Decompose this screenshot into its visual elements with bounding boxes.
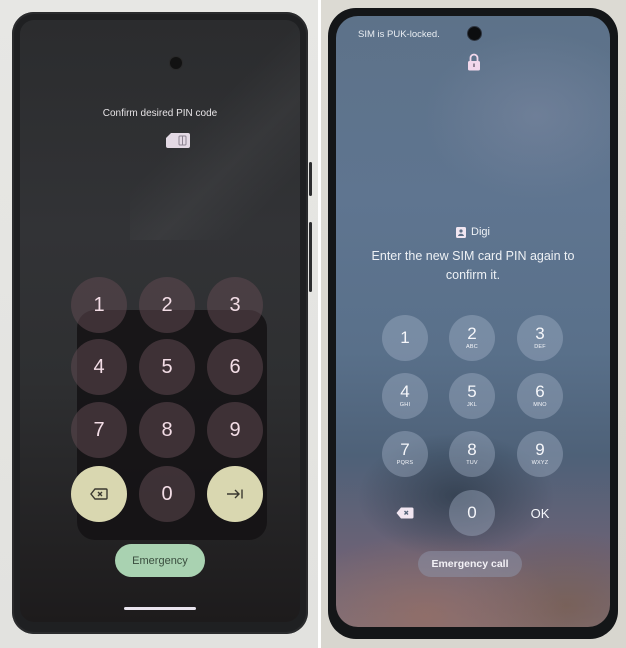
power-button xyxy=(309,162,312,196)
pin-prompt-title: Confirm desired PIN code xyxy=(102,108,218,119)
enter-arrow-icon xyxy=(227,489,243,499)
backspace-icon xyxy=(90,488,108,500)
pin-confirm-message: Enter the new SIM card PIN again to conf… xyxy=(371,249,575,282)
left-screen: Confirm desired PIN code 1 2 3 4 5 6 7 8… xyxy=(20,20,300,622)
key-letters: MNO xyxy=(533,402,547,408)
key-4[interactable]: 4 xyxy=(71,339,127,395)
key-8[interactable]: 8 xyxy=(139,402,195,458)
key-digit: 7 xyxy=(400,440,410,459)
emergency-button[interactable]: Emergency xyxy=(115,544,205,577)
key-letters: PQRS xyxy=(396,460,414,466)
key-label: 0 xyxy=(161,482,173,505)
key-digit: 8 xyxy=(467,440,477,459)
key-label: 1 xyxy=(93,293,105,316)
front-camera xyxy=(170,57,182,69)
emergency-call-button[interactable]: Emergency call xyxy=(418,551,522,577)
key-letters: GHI xyxy=(399,402,411,408)
key-letters: JKL xyxy=(466,402,478,408)
carrier-label: Digi xyxy=(336,226,610,238)
sim-contact-icon xyxy=(456,226,467,238)
key-digit: 3 xyxy=(535,324,545,343)
key-letters: TUV xyxy=(466,460,478,466)
key-3[interactable]: 3 DEF xyxy=(517,315,563,361)
key-letters: ABC xyxy=(466,344,478,350)
backspace-icon xyxy=(396,507,414,519)
key-digit: 2 xyxy=(467,324,477,343)
key-digit: 1 xyxy=(400,328,410,347)
volume-button xyxy=(309,222,312,292)
key-1[interactable]: 1 xyxy=(382,315,428,361)
key-digit: 9 xyxy=(535,440,545,459)
key-label: 2 xyxy=(161,293,173,316)
key-label: 9 xyxy=(229,418,241,441)
front-camera xyxy=(468,27,481,40)
right-screen: SIM is PUK-locked. Digi Enter the new SI… xyxy=(336,16,610,627)
key-6[interactable]: 6 xyxy=(207,339,263,395)
home-gesture-bar[interactable] xyxy=(124,607,196,610)
ok-label: OK xyxy=(530,505,550,521)
right-phone: SIM is PUK-locked. Digi Enter the new SI… xyxy=(328,8,618,639)
sim-card-icon xyxy=(166,133,190,148)
carrier-name: Digi xyxy=(471,226,490,238)
key-9[interactable]: 9 xyxy=(207,402,263,458)
key-label: 8 xyxy=(161,418,173,441)
left-phone: Confirm desired PIN code 1 2 3 4 5 6 7 8… xyxy=(12,12,312,634)
key-digit: 5 xyxy=(467,382,477,401)
sim-status-text: SIM is PUK-locked. xyxy=(358,29,440,40)
key-9[interactable]: 9 WXYZ xyxy=(517,431,563,477)
lock-icon xyxy=(468,53,480,71)
key-label: 3 xyxy=(229,293,241,316)
key-letters: WXYZ xyxy=(531,460,549,466)
key-digit: 0 xyxy=(467,503,477,522)
key-5[interactable]: 5 xyxy=(139,339,195,395)
key-3[interactable]: 3 xyxy=(207,277,263,333)
key-0[interactable]: 0 xyxy=(449,490,495,536)
key-letters: DEF xyxy=(534,344,546,350)
key-digit: 4 xyxy=(400,382,410,401)
enter-button[interactable] xyxy=(207,466,263,522)
key-1[interactable]: 1 xyxy=(71,277,127,333)
key-label: 7 xyxy=(93,418,105,441)
key-7[interactable]: 7 xyxy=(71,402,127,458)
key-label: 4 xyxy=(93,355,105,378)
key-5[interactable]: 5 JKL xyxy=(449,373,495,419)
key-6[interactable]: 6 MNO xyxy=(517,373,563,419)
key-label: 6 xyxy=(229,355,241,378)
key-digit: 6 xyxy=(535,382,545,401)
key-7[interactable]: 7 PQRS xyxy=(382,431,428,477)
key-2[interactable]: 2 xyxy=(139,277,195,333)
backspace-button[interactable] xyxy=(71,466,127,522)
key-8[interactable]: 8 TUV xyxy=(449,431,495,477)
key-2[interactable]: 2 ABC xyxy=(449,315,495,361)
backspace-button[interactable] xyxy=(382,490,428,536)
ok-button[interactable]: OK xyxy=(517,490,563,536)
key-0[interactable]: 0 xyxy=(139,466,195,522)
key-label: 5 xyxy=(161,355,173,378)
key-4[interactable]: 4 GHI xyxy=(382,373,428,419)
screen-glare xyxy=(130,20,300,240)
left-photo: Confirm desired PIN code 1 2 3 4 5 6 7 8… xyxy=(0,0,318,648)
